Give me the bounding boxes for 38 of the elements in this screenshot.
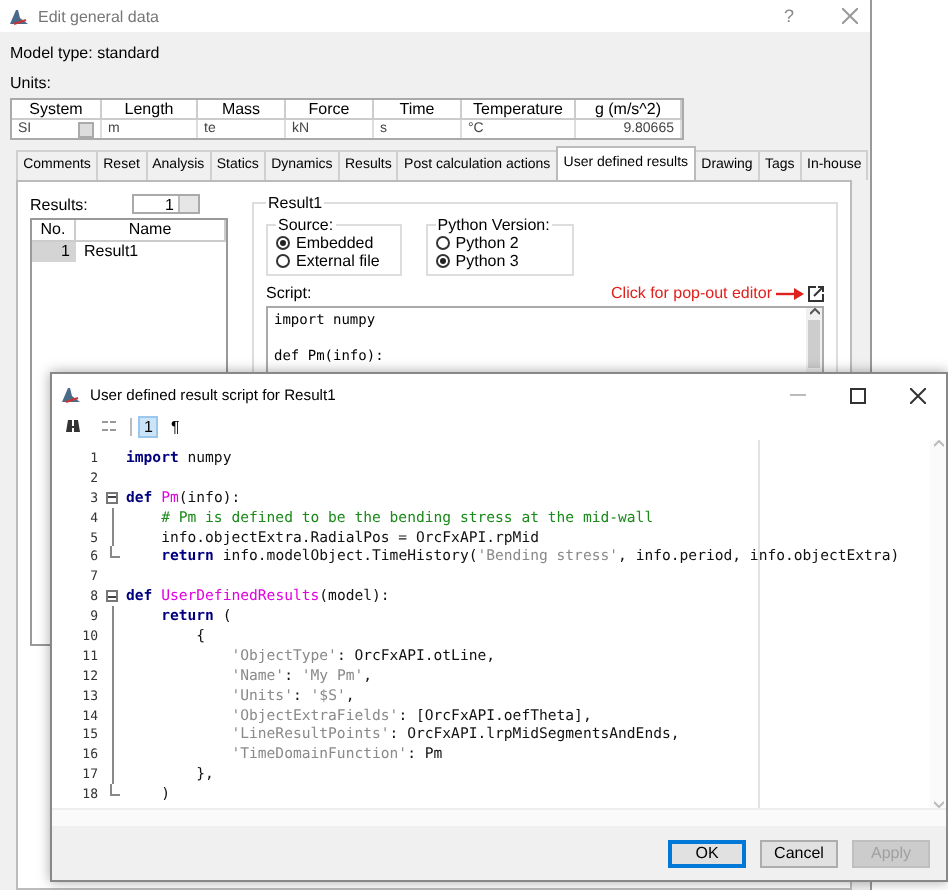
app-icon <box>8 7 30 25</box>
radio-button[interactable]: Embedded <box>276 234 374 252</box>
dialog-button[interactable]: OK <box>668 839 746 867</box>
toolbar-toggle[interactable]: 1 <box>138 416 159 438</box>
scroll-up-icon[interactable] <box>809 308 819 316</box>
results-spinner[interactable]: 1 <box>132 194 200 214</box>
column-header: Mass <box>198 100 286 120</box>
help-button[interactable]: ? <box>783 6 794 26</box>
toolbar-toggle[interactable]: ¶ <box>164 416 186 438</box>
fold-end-mark <box>110 546 120 559</box>
script-label: Script: <box>266 284 312 302</box>
column-header: Force <box>286 100 374 120</box>
hint-text: Click for pop-out editor <box>611 284 772 302</box>
scrollbar[interactable] <box>52 808 946 826</box>
close-icon[interactable] <box>910 387 926 403</box>
column-header: g (m/s^2) <box>576 100 682 120</box>
radio-button[interactable]: External file <box>276 252 380 270</box>
radio-button[interactable]: Python 2 <box>435 234 519 252</box>
column-header: System <box>12 100 102 120</box>
column-header: Temperature <box>462 100 576 120</box>
column-header: Time <box>374 100 462 120</box>
maximize-icon[interactable] <box>850 387 866 403</box>
model-type-label: Model type: standard <box>10 42 162 66</box>
units-label: Units: <box>10 72 53 96</box>
group-title: Python Version: <box>435 216 552 234</box>
dialog-button[interactable]: Cancel <box>760 839 838 867</box>
group-title: Source: <box>276 216 336 234</box>
arrow-icon <box>776 287 804 299</box>
fold-end-mark <box>110 784 120 797</box>
column-header: Length <box>102 100 198 120</box>
group-title: Result1 <box>266 194 325 212</box>
results-label: Results: <box>30 195 88 213</box>
radio-button[interactable]: Python 3 <box>435 252 519 270</box>
app-icon <box>60 386 82 404</box>
collapse-icon[interactable] <box>106 491 118 504</box>
popout-icon[interactable] <box>808 285 824 301</box>
collapse-icon[interactable] <box>106 590 118 603</box>
window-title: Edit general data <box>38 7 161 25</box>
